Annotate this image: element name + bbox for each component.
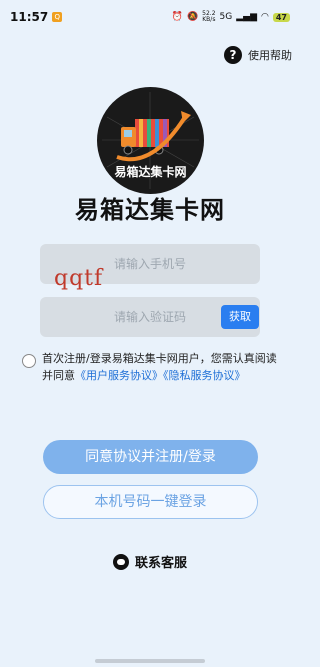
status-time: 11:57	[10, 10, 49, 24]
logo-text: 易箱达集卡网	[114, 165, 187, 179]
mute-icon: 🔕	[186, 12, 199, 22]
app-notification-icon: Q	[52, 12, 63, 22]
watermark-text: qqtf	[54, 266, 104, 291]
app-logo: 易箱达集卡网	[97, 87, 204, 194]
help-link[interactable]: ? 使用帮助	[224, 46, 292, 64]
contact-service-label: 联系客服	[134, 556, 187, 571]
app-title: 易箱达集卡网	[75, 196, 225, 224]
privacy-agreement-link[interactable]: 《隐私服务协议》	[163, 369, 246, 382]
help-label: 使用帮助	[248, 49, 292, 62]
customer-service-icon	[112, 553, 129, 570]
network-label: 5G	[219, 12, 233, 22]
agreement-text: 首次注册/登录易箱达集卡网用户，您需认真阅读并同意《用户服务协议》《隐私服务协议…	[42, 350, 287, 384]
signal-icon: ▂▄▆	[236, 12, 257, 22]
status-indicators: ⏰ 🔕 52.2 KB/s 5G ▂▄▆ ◠ 47	[172, 11, 290, 23]
agreement-checkbox[interactable]	[22, 354, 36, 368]
get-code-button[interactable]: 获取	[221, 305, 259, 329]
agree-login-button[interactable]: 同意协议并注册/登录	[43, 440, 258, 474]
wifi-icon: ◠	[261, 12, 269, 22]
net-speed-unit: KB/s	[202, 16, 216, 23]
one-click-login-button[interactable]: 本机号码一键登录	[43, 485, 258, 519]
battery-icon: 47	[272, 12, 290, 22]
help-icon: ?	[224, 46, 242, 64]
home-indicator[interactable]	[95, 659, 205, 663]
status-bar: 11:57 Q ⏰ 🔕 52.2 KB/s 5G ▂▄▆ ◠ 47	[0, 0, 300, 34]
net-speed: 52.2 KB/s	[202, 11, 215, 23]
alarm-icon: ⏰	[171, 12, 183, 22]
user-agreement-link[interactable]: 《用户服务协议》	[75, 369, 163, 382]
contact-service-link[interactable]: 联系客服	[0, 552, 300, 571]
